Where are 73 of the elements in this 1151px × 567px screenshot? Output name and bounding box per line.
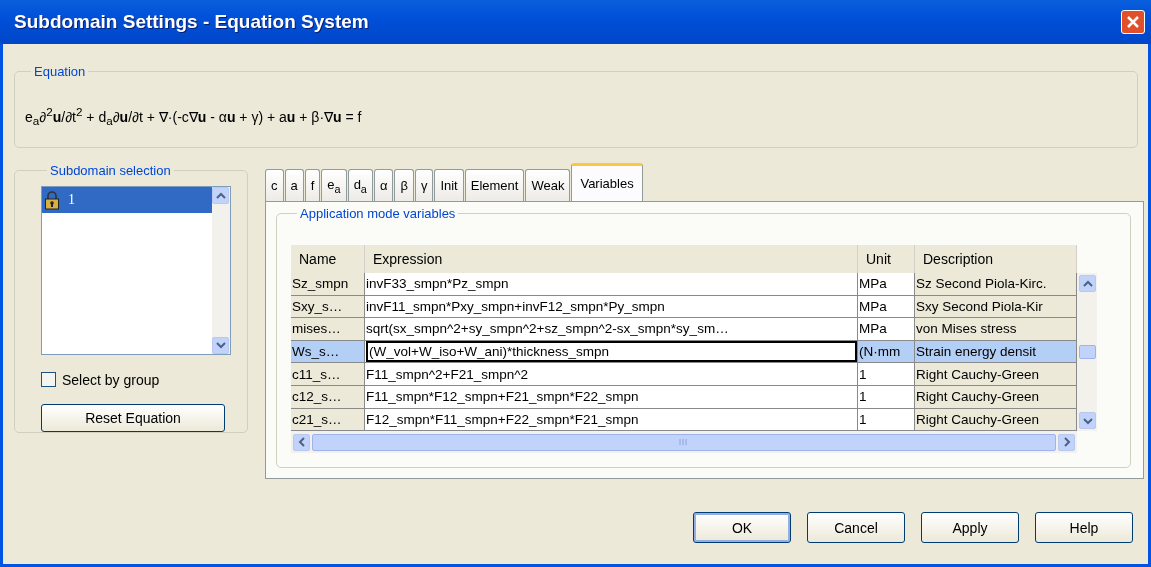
- table-cell: Right Cauchy-Green: [915, 408, 1077, 432]
- scroll-left-icon: [298, 437, 305, 448]
- table-cell: Sxy Second Piola-Kir: [915, 295, 1077, 319]
- table-cell: MPa: [858, 318, 915, 341]
- table-cell: 1: [858, 408, 915, 432]
- table-cell: Sxy_s…: [291, 295, 365, 319]
- column-header[interactable]: Expression: [365, 245, 858, 273]
- lock-icon: [44, 190, 60, 210]
- table-cell: F11_smpn*F12_smpn+F21_smpn*F22_smpn: [365, 385, 858, 409]
- table-cell: Strain energy densit: [915, 340, 1077, 364]
- tab[interactable]: c: [265, 169, 284, 201]
- table-cell: mises…: [291, 318, 365, 341]
- table-cell: MPa: [858, 295, 915, 319]
- vertical-scrollbar[interactable]: [1077, 273, 1097, 432]
- group-label: Application mode variables: [299, 206, 457, 221]
- tab[interactable]: Weak: [525, 169, 571, 201]
- group-label: Subdomain selection: [49, 163, 172, 178]
- horizontal-scrollbar[interactable]: [291, 431, 1077, 454]
- table-cell: F11_smpn^2+F21_smpn^2: [365, 363, 858, 386]
- table-cell: Right Cauchy-Green: [915, 363, 1077, 386]
- table-cell: sqrt(sx_smpn^2+sy_smpn^2+sz_smpn^2-sx_smpn*sy_sm…: [365, 318, 858, 341]
- column-header[interactable]: Unit: [858, 245, 915, 273]
- tab[interactable]: Init: [434, 169, 464, 201]
- scroll-thumb[interactable]: [1078, 345, 1096, 360]
- table-cell: Ws_s…: [291, 340, 365, 364]
- table-cell: invF11_smpn*Pxy_smpn+invF12_smpn*Py_smpn: [365, 295, 858, 319]
- table-cell: MPa: [858, 273, 915, 296]
- scroll-right-icon: [1064, 437, 1071, 448]
- table-cell: (N·mm: [858, 340, 915, 364]
- table-cell: von Mises stress: [915, 318, 1077, 341]
- grip-icon: [679, 438, 689, 447]
- dialog-button[interactable]: Cancel: [807, 512, 905, 543]
- table-cell: F12_smpn*F11_smpn+F22_smpn*F21_smpn: [365, 408, 858, 432]
- scroll-up-button[interactable]: [212, 187, 229, 204]
- table-cell: c12_s…: [291, 385, 365, 409]
- dialog-button[interactable]: OK: [693, 512, 791, 543]
- column-header[interactable]: Description: [915, 245, 1077, 273]
- tab[interactable]: β: [394, 169, 414, 201]
- column-header[interactable]: Name: [291, 245, 365, 273]
- list-item[interactable]: 1: [42, 187, 212, 213]
- tab[interactable]: Variables: [571, 163, 643, 201]
- checkbox-label: Select by group: [62, 371, 160, 388]
- equation-text: e$_{a}$∂$^{2}$u/∂t$^{2}$ + d$_{a}$∂u/∂t + ∇·(-c∇u - αu + γ) + au + β·∇u = f: [25, 105, 362, 128]
- tab[interactable]: f: [304, 169, 321, 201]
- table-cell: Right Cauchy-Green: [915, 385, 1077, 409]
- table-cell: c21_s…: [291, 408, 365, 432]
- table-cell: Sz_smpn: [291, 273, 365, 296]
- close-icon: [1126, 15, 1140, 29]
- table-cell: 1: [858, 385, 915, 409]
- table-cell: Sz Second Piola-Kirc.: [915, 273, 1077, 296]
- scroll-down-icon: [216, 342, 226, 349]
- window-title: Subdomain Settings - Equation System: [14, 11, 369, 33]
- close-button[interactable]: [1121, 10, 1145, 34]
- dialog-button[interactable]: Help: [1035, 512, 1133, 543]
- input-field[interactable]: (W_vol+W_iso+W_ani)*thickness_smpn: [366, 340, 857, 363]
- reset-equation-button[interactable]: Reset Equation: [41, 403, 225, 432]
- tab[interactable]: d$_{a}$: [347, 169, 373, 201]
- scroll-up-icon: [216, 192, 226, 199]
- scroll-down-button[interactable]: [212, 336, 229, 354]
- dialog-button[interactable]: Apply: [921, 512, 1019, 543]
- table-cell: invF33_smpn*Pz_smpn: [365, 273, 858, 296]
- scroll-up-icon: [1082, 280, 1093, 287]
- tab[interactable]: α: [373, 169, 394, 201]
- tab[interactable]: a: [284, 169, 304, 201]
- tab[interactable]: γ: [414, 169, 434, 201]
- tab[interactable]: Element: [464, 169, 525, 201]
- scroll-down-icon: [1082, 417, 1093, 425]
- tab[interactable]: e$_{a}$: [321, 169, 347, 201]
- table-cell: c11_s…: [291, 363, 365, 386]
- table-cell: 1: [858, 363, 915, 386]
- subdomain-list[interactable]: 1: [41, 186, 231, 355]
- group-label: Equation: [33, 64, 87, 79]
- checkbox[interactable]: [41, 372, 56, 388]
